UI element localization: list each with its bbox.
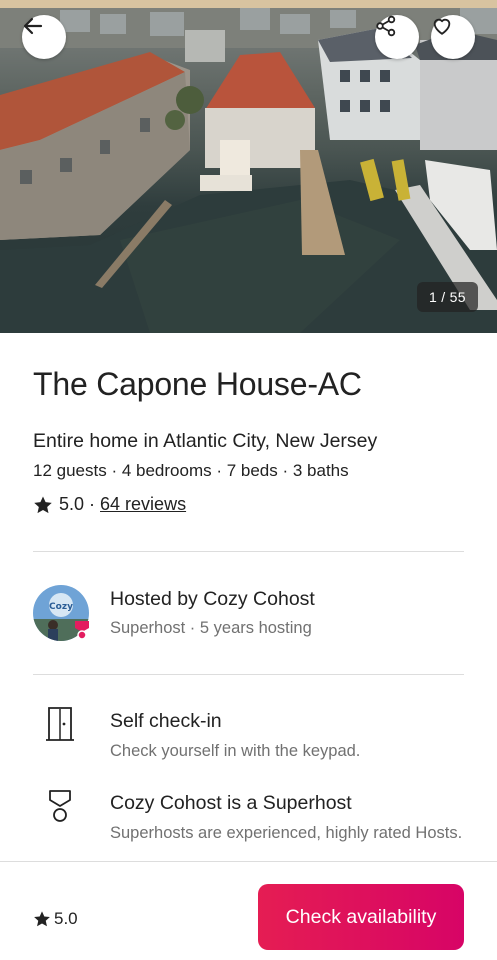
superhost-badge-icon xyxy=(73,619,91,646)
host-avatar[interactable]: Cozy xyxy=(33,585,89,641)
listing-photo[interactable]: 1 / 55 xyxy=(0,0,497,333)
svg-text:Cozy: Cozy xyxy=(49,602,73,612)
listing-specs: 12 guests · 4 bedrooms · 7 beds · 3 bath… xyxy=(33,461,349,480)
back-button[interactable] xyxy=(22,15,66,59)
door-icon xyxy=(45,706,75,742)
host-meta: Superhost · 5 years hosting xyxy=(110,619,312,637)
rating-summary: 5.0 · 64 reviews xyxy=(33,494,186,515)
divider xyxy=(33,551,464,552)
feature-title-self-checkin: Self check-in xyxy=(110,710,222,732)
share-button[interactable] xyxy=(375,15,419,59)
divider xyxy=(33,674,464,675)
rating-value: 5.0 xyxy=(59,494,85,514)
star-icon xyxy=(33,495,53,515)
feature-title-superhost: Cozy Cohost is a Superhost xyxy=(110,792,352,814)
footer-rating: 5.0 xyxy=(33,909,78,929)
listing-subtitle: Entire home in Atlantic City, New Jersey xyxy=(33,430,378,452)
footer-rating-value: 5.0 xyxy=(54,909,78,928)
feature-desc-superhost: Superhosts are experienced, highly rated… xyxy=(110,824,463,842)
check-availability-button[interactable]: Check availability xyxy=(258,884,464,950)
save-button[interactable] xyxy=(431,15,475,59)
reviews-link[interactable]: 64 reviews xyxy=(100,494,186,515)
listing-title: The Capone House-AC xyxy=(33,366,362,402)
medal-icon xyxy=(45,789,75,825)
rating-separator: · xyxy=(84,494,101,514)
feature-desc-self-checkin: Check yourself in with the keypad. xyxy=(110,742,361,760)
photo-counter: 1 / 55 xyxy=(417,282,478,312)
host-name: Hosted by Cozy Cohost xyxy=(110,588,315,610)
star-icon xyxy=(33,910,51,928)
booking-footer: 5.0 Check availability xyxy=(0,861,497,960)
